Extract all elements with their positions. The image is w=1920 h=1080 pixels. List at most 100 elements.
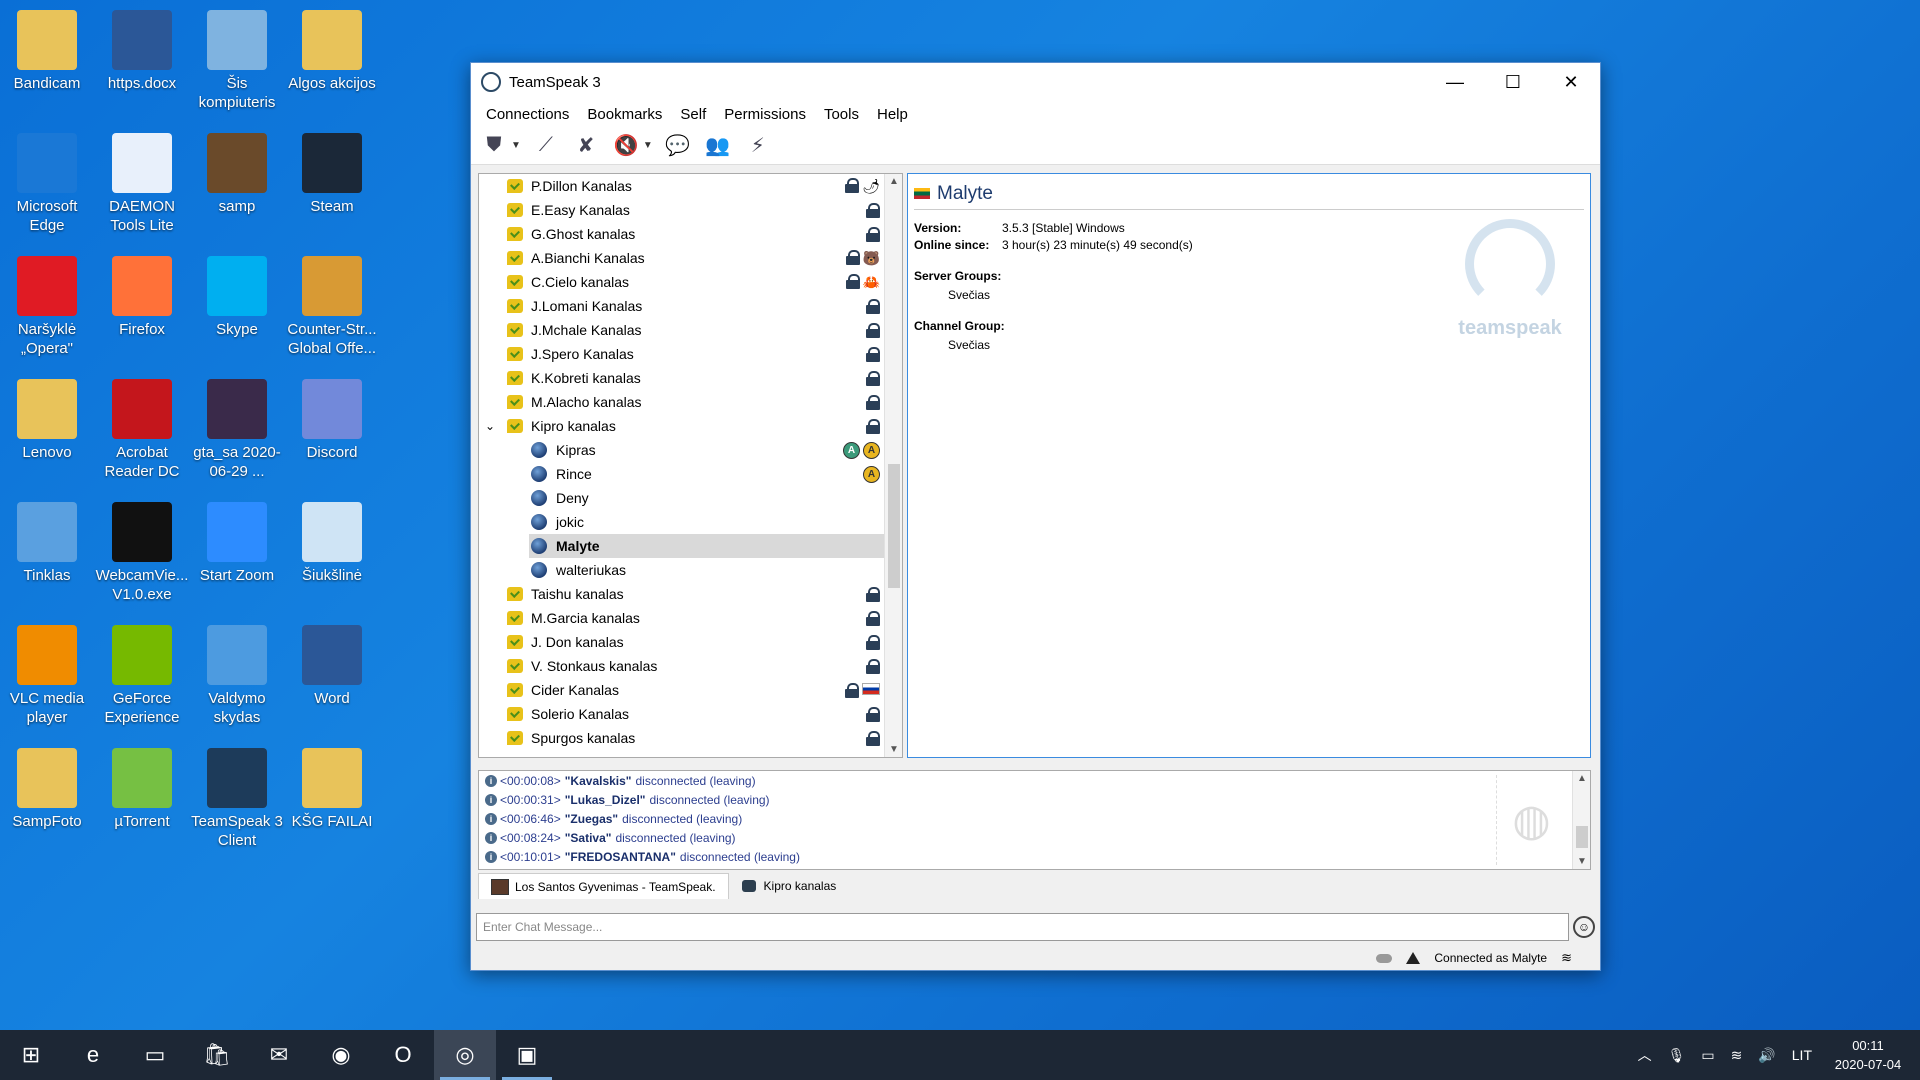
channel-tree[interactable]: P.Dillon Kanalas 🌶 E.Easy Kanalas G.Ghost k… (478, 173, 903, 758)
store-icon[interactable]: 🛍 (186, 1030, 248, 1080)
opera-taskbar-icon[interactable]: O (372, 1030, 434, 1080)
client-row[interactable]: walteriukas (479, 558, 884, 582)
firefox-taskbar-icon[interactable]: ◉ (310, 1030, 372, 1080)
away-icon[interactable]: 💬 (663, 131, 693, 161)
desktop-icon[interactable]: µTorrent (94, 748, 190, 831)
desktop-icon[interactable]: WebcamVie... V1.0.exe (94, 502, 190, 604)
tree-scrollbar[interactable]: ▲ ▼ (884, 174, 902, 757)
emoji-button-icon[interactable]: ☺ (1573, 916, 1595, 938)
desktop-icon[interactable]: Naršyklė „Opera" (0, 256, 95, 358)
channel-row[interactable]: Solerio Kanalas (479, 702, 884, 726)
desktop-icon[interactable]: Lenovo (0, 379, 95, 462)
client-row[interactable]: Kipras A A (479, 438, 884, 462)
log-user[interactable]: "Zuegas" (565, 812, 618, 826)
menu-self[interactable]: Self (671, 106, 715, 123)
mute-speakers-icon[interactable]: 🔇 (611, 131, 641, 161)
desktop-icon[interactable]: Skype (189, 256, 285, 339)
language-indicator[interactable]: LIT (1792, 1047, 1812, 1063)
log-user[interactable]: "FREDOSANTANA" (565, 850, 676, 864)
channel-row[interactable]: M.Alacho kanalas (479, 390, 884, 414)
mail-icon[interactable]: ✉ (248, 1030, 310, 1080)
channel-row[interactable]: P.Dillon Kanalas 🌶 (479, 174, 884, 198)
microphone-icon[interactable]: 🎙 (1668, 1047, 1686, 1064)
channel-row[interactable]: M.Garcia kanalas (479, 606, 884, 630)
channel-row[interactable]: G.Ghost kanalas (479, 222, 884, 246)
desktop-icon[interactable]: Valdymo skydas (189, 625, 285, 727)
file-explorer-icon[interactable]: ▭ (124, 1030, 186, 1080)
log-user[interactable]: "Lukas_Dizel" (565, 793, 646, 807)
channel-row[interactable]: K.Kobreti kanalas (479, 366, 884, 390)
channel-row[interactable]: J.Mchale Kanalas (479, 318, 884, 342)
desktop-icon[interactable]: Start Zoom (189, 502, 285, 585)
tab-server[interactable]: Los Santos Gyvenimas - TeamSpeak. (478, 873, 729, 899)
close-button[interactable]: ✕ (1542, 63, 1600, 101)
edge-taskbar-icon[interactable]: e (62, 1030, 124, 1080)
desktop-icon[interactable]: Discord (284, 379, 380, 462)
channel-row[interactable]: Taishu kanalas (479, 582, 884, 606)
client-row[interactable]: Malyte (529, 534, 884, 558)
desktop-icon[interactable]: Steam (284, 133, 380, 216)
menu-permissions[interactable]: Permissions (715, 106, 815, 123)
clock[interactable]: 00:11 2020-07-04 (1828, 1036, 1908, 1074)
log-scroll-down-icon[interactable]: ▼ (1573, 856, 1591, 867)
desktop-icon[interactable]: Counter-Str... Global Offe... (284, 256, 380, 358)
channel-row[interactable]: ⌄ Kipro kanalas (479, 414, 884, 438)
title-bar[interactable]: TeamSpeak 3 — ☐ ✕ (471, 63, 1600, 101)
contacts-icon[interactable]: 👥 (703, 131, 733, 161)
channel-row[interactable]: A.Bianchi Kanalas 🐻 (479, 246, 884, 270)
log-scroll-up-icon[interactable]: ▲ (1573, 773, 1591, 784)
samp-taskbar-icon[interactable]: ▣ (496, 1030, 558, 1080)
teamspeak-taskbar-icon[interactable]: ◎ (434, 1030, 496, 1080)
tab-channel[interactable]: Kipro kanalas (729, 873, 850, 899)
mute-microphone-icon[interactable]: ✘ (571, 131, 601, 161)
channel-row[interactable]: Cider Kanalas (479, 678, 884, 702)
chat-message-input[interactable] (476, 913, 1569, 941)
log-user[interactable]: "Kavalskis" (565, 774, 632, 788)
desktop-icon[interactable]: Šis kompiuteris (189, 10, 285, 112)
log-scroll-thumb[interactable] (1576, 826, 1588, 848)
menu-help[interactable]: Help (868, 106, 917, 123)
desktop-icon[interactable]: Bandicam (0, 10, 95, 93)
teamspeak-window[interactable]: TeamSpeak 3 — ☐ ✕ Connections Bookmarks … (470, 62, 1601, 971)
desktop-icon[interactable]: gta_sa 2020-06-29 ... (189, 379, 285, 481)
desktop-icon[interactable]: VLC media player (0, 625, 95, 727)
channel-row[interactable]: J.Lomani Kanalas (479, 294, 884, 318)
dropdown-arrow-icon[interactable]: ▼ (643, 140, 653, 151)
client-row[interactable]: Deny (479, 486, 884, 510)
scroll-down-icon[interactable]: ▼ (885, 744, 902, 755)
connect-icon[interactable]: ⛊ (479, 131, 509, 161)
menu-bookmarks[interactable]: Bookmarks (578, 106, 671, 123)
client-row[interactable]: Rince A (479, 462, 884, 486)
client-row[interactable]: jokic (479, 510, 884, 534)
menu-tools[interactable]: Tools (815, 106, 868, 123)
channel-row[interactable]: E.Easy Kanalas (479, 198, 884, 222)
desktop-icon[interactable]: Microsoft Edge (0, 133, 95, 235)
battery-icon[interactable]: ▭ (1701, 1047, 1714, 1064)
desktop-icon[interactable]: TeamSpeak 3 Client (189, 748, 285, 850)
desktop-icon[interactable]: Acrobat Reader DC (94, 379, 190, 481)
dropdown-arrow-icon[interactable]: ▼ (511, 140, 521, 151)
scroll-thumb[interactable] (888, 464, 900, 588)
channel-row[interactable]: J. Don kanalas (479, 630, 884, 654)
hotkeys-icon[interactable]: ⚡ (743, 131, 773, 161)
desktop-icon[interactable]: GeForce Experience (94, 625, 190, 727)
cloud-icon[interactable] (1376, 953, 1393, 963)
channel-row[interactable]: V. Stonkaus kanalas (479, 654, 884, 678)
desktop-icon[interactable]: https.docx (94, 10, 190, 93)
desktop-icon[interactable]: KŠG FAILAI (284, 748, 380, 831)
channel-row[interactable]: C.Cielo kanalas 🦀 (479, 270, 884, 294)
desktop-icon[interactable]: Word (284, 625, 380, 708)
scroll-up-icon[interactable]: ▲ (885, 176, 902, 187)
warning-icon[interactable] (1406, 952, 1421, 964)
maximize-button[interactable]: ☐ (1484, 63, 1542, 101)
log-user[interactable]: "Sativa" (565, 831, 612, 845)
desktop-icon[interactable]: Algos akcijos (284, 10, 380, 93)
chat-log[interactable]: i <00:00:08> "Kavalskis" disconnected (leav… (478, 770, 1591, 870)
menu-connections[interactable]: Connections (477, 106, 578, 123)
volume-icon[interactable]: 🔊 (1758, 1047, 1775, 1064)
log-scrollbar[interactable]: ▲ ▼ (1572, 771, 1590, 869)
minimize-button[interactable]: — (1426, 63, 1484, 101)
desktop-icon[interactable]: SampFoto (0, 748, 95, 831)
channel-row[interactable]: J.Spero Kanalas (479, 342, 884, 366)
show-hidden-icons-icon[interactable]: ︿ (1638, 1045, 1652, 1065)
